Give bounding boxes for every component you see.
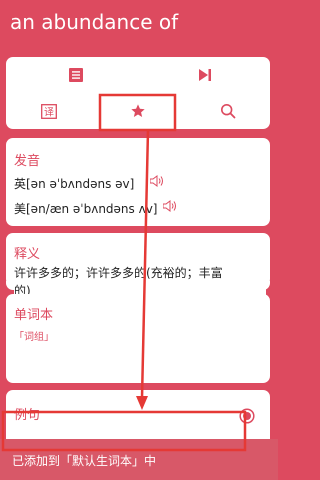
examples-title: 例句	[14, 408, 41, 423]
toast-text: 已添加到「默认生词本」中	[12, 454, 157, 468]
uk-speaker-icon[interactable]	[150, 175, 164, 187]
play-next-icon	[199, 69, 211, 81]
pronunciation-title: 发音	[14, 154, 41, 169]
wordbook-card: 单词本 「词组」	[6, 294, 270, 383]
translate-icon: 译	[41, 103, 57, 119]
list-button[interactable]	[61, 63, 91, 87]
definition-line-1-text: 许许多多的；许许多多的(充裕的；丰富	[14, 266, 223, 280]
favorite-button[interactable]	[123, 99, 153, 123]
translate-char: 译	[44, 106, 54, 118]
toast: 已添加到「默认生词本」中	[0, 439, 278, 480]
translate-button[interactable]: 译	[34, 99, 64, 123]
list-icon	[69, 68, 83, 82]
us-speaker-icon[interactable]	[163, 200, 177, 212]
page-title: an abundance of	[10, 10, 179, 34]
play-next-button[interactable]	[190, 63, 220, 87]
search-icon	[220, 103, 236, 119]
toolbar-card: 译	[6, 57, 270, 129]
pronunciation-card: 发音 英[ən əˈbʌndəns əv] 美[ən/æn əˈbʌndəns …	[6, 138, 270, 226]
star-icon	[131, 104, 145, 117]
definition-line-1-bg: 许许多多的；许许多多的(充裕的；丰富	[14, 264, 266, 281]
search-button[interactable]	[213, 99, 243, 123]
radio-icon[interactable]	[239, 408, 255, 424]
wordbook-title: 单词本	[14, 308, 54, 323]
uk-pronunciation: 英[ən əˈbʌndəns əv]	[14, 177, 135, 191]
us-pronunciation: 美[ən/æn əˈbʌndəns ʌv]	[14, 202, 158, 216]
definition-title: 释义	[14, 247, 41, 262]
wordbook-tag[interactable]: 「词组」	[14, 328, 54, 343]
